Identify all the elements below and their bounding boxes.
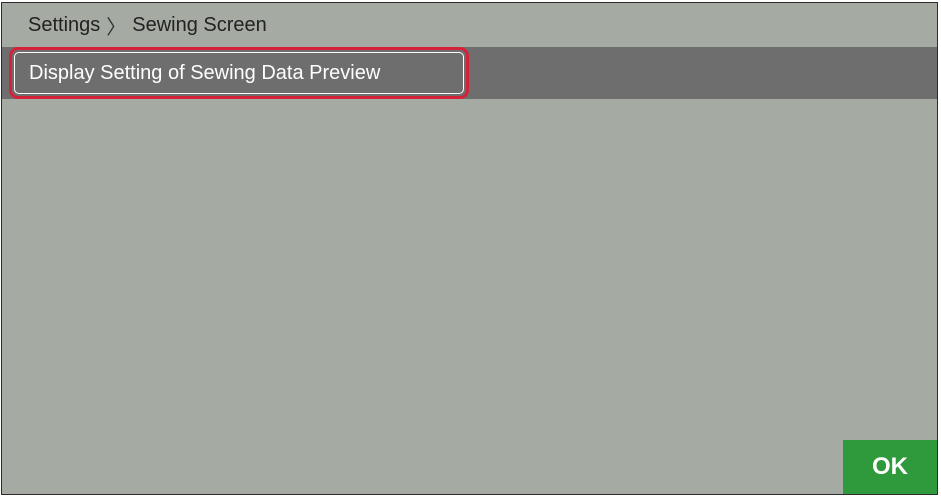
breadcrumb-sewing-screen: Sewing Screen: [132, 13, 267, 36]
breadcrumb-settings[interactable]: Settings: [28, 14, 100, 37]
breadcrumb-separator: 〉: [106, 16, 127, 39]
menu-item-label: Display Setting of Sewing Data Preview: [29, 61, 381, 84]
header: Settings 〉 Sewing Screen: [2, 3, 937, 47]
ok-button[interactable]: OK: [843, 440, 937, 494]
settings-screen: Settings 〉 Sewing Screen Display Setting…: [1, 2, 938, 495]
content-area: [2, 99, 937, 494]
menu-item-row: Display Setting of Sewing Data Preview: [2, 47, 937, 99]
breadcrumb: Settings 〉 Sewing Screen: [2, 11, 267, 40]
menu-item-display-setting-preview[interactable]: Display Setting of Sewing Data Preview: [9, 47, 469, 99]
